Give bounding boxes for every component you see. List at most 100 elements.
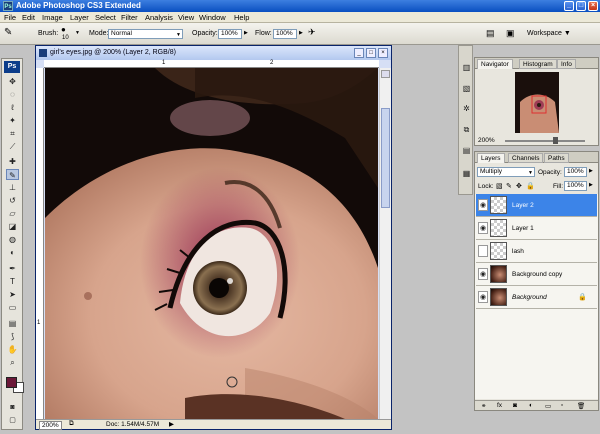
layer-opacity-input[interactable]: 100% bbox=[564, 167, 587, 177]
history-brush-tool-icon[interactable]: ↺ bbox=[6, 195, 19, 206]
lock-position-icon[interactable]: ✥ bbox=[516, 182, 522, 190]
menu-edit[interactable]: Edit bbox=[22, 13, 35, 22]
lock-all-icon[interactable]: 🔒 bbox=[526, 182, 535, 190]
move-tool-icon[interactable]: ✥ bbox=[6, 76, 19, 87]
doc-maximize-icon[interactable]: □ bbox=[366, 48, 376, 58]
menu-select[interactable]: Select bbox=[95, 13, 116, 22]
screen-mode-icon[interactable]: ▢ bbox=[6, 415, 19, 426]
document-title-bar[interactable]: girl's eyes.jpg @ 200% (Layer 2, RGB/8) … bbox=[36, 46, 391, 60]
layer-row-layer-2[interactable]: ◉ Layer 2 bbox=[476, 194, 597, 217]
eraser-tool-icon[interactable]: ▱ bbox=[6, 208, 19, 219]
eye-icon[interactable]: ◉ bbox=[478, 222, 488, 234]
eye-icon[interactable]: ◉ bbox=[478, 199, 488, 211]
layer-row-background-copy[interactable]: ◉ Background copy bbox=[476, 263, 597, 286]
healing-brush-tool-icon[interactable]: ✚ bbox=[6, 156, 19, 167]
maximize-icon[interactable]: □ bbox=[576, 1, 586, 11]
link-layers-icon[interactable]: ⚭ bbox=[481, 402, 486, 410]
lock-image-icon[interactable]: ✎ bbox=[506, 182, 512, 190]
layer-row-background[interactable]: ◉ Background 🔒 bbox=[476, 286, 597, 309]
shape-tool-icon[interactable]: ▭ bbox=[6, 302, 19, 313]
marquee-tool-icon[interactable]: ◌ bbox=[6, 89, 19, 100]
doc-minimize-icon[interactable]: _ bbox=[354, 48, 364, 58]
scroll-thumb[interactable] bbox=[381, 108, 390, 208]
opacity-input[interactable]: 100% bbox=[218, 29, 242, 39]
document-status-icon[interactable]: ⧉ bbox=[69, 420, 74, 428]
slice-tool-icon[interactable]: ⟋ bbox=[6, 141, 19, 152]
menu-image[interactable]: Image bbox=[42, 13, 63, 22]
foreground-color-swatch[interactable] bbox=[6, 377, 17, 388]
minimize-icon[interactable]: _ bbox=[564, 1, 574, 11]
tool-presets-icon[interactable]: ▧ bbox=[461, 83, 472, 94]
zoom-tool-icon[interactable]: ⌕ bbox=[6, 357, 19, 368]
brush-dropdown-icon[interactable]: ▼ bbox=[75, 30, 80, 36]
notes-tool-icon[interactable]: ▤ bbox=[6, 318, 19, 329]
new-layer-icon[interactable]: ▫ bbox=[561, 402, 563, 409]
new-group-icon[interactable]: ▭ bbox=[545, 402, 551, 410]
tab-layers[interactable]: Layers bbox=[477, 153, 505, 163]
flow-slider-icon[interactable]: ▶ bbox=[299, 30, 303, 36]
dodge-tool-icon[interactable]: ◐ bbox=[6, 247, 19, 258]
type-tool-icon[interactable]: T bbox=[6, 276, 19, 287]
brush-preset-icon[interactable]: ● bbox=[61, 25, 66, 34]
eyedropper-tool-icon[interactable]: ⟆ bbox=[6, 331, 19, 342]
magic-wand-tool-icon[interactable]: ✦ bbox=[6, 115, 19, 126]
menu-file[interactable]: File bbox=[4, 13, 16, 22]
menu-filter[interactable]: Filter bbox=[121, 13, 138, 22]
navigator-zoom-handle[interactable] bbox=[553, 137, 558, 144]
adjustment-layer-icon[interactable]: ◐ bbox=[529, 402, 533, 409]
navigator-thumbnail[interactable] bbox=[515, 72, 559, 133]
layer-mask-icon[interactable]: ◙ bbox=[513, 402, 517, 409]
quick-mask-icon[interactable]: ◙ bbox=[6, 402, 19, 413]
menu-view[interactable]: View bbox=[178, 13, 194, 22]
crop-tool-icon[interactable]: ⌗ bbox=[6, 128, 19, 139]
tab-navigator[interactable]: Navigator bbox=[477, 59, 513, 69]
clone-source-icon[interactable]: ✲ bbox=[461, 103, 472, 114]
vertical-scrollbar[interactable] bbox=[379, 68, 391, 419]
clone-stamp-tool-icon[interactable]: ⊥ bbox=[6, 182, 19, 193]
brush-tool-icon[interactable]: ✎ bbox=[6, 169, 19, 180]
eye-hidden-icon[interactable]: ◉ bbox=[478, 245, 488, 257]
lasso-tool-icon[interactable]: ℓ bbox=[6, 102, 19, 113]
actions-icon[interactable]: ▤ bbox=[461, 145, 472, 156]
menu-analysis[interactable]: Analysis bbox=[145, 13, 173, 22]
fill-input[interactable]: 100% bbox=[564, 181, 587, 191]
tab-channels[interactable]: Channels bbox=[508, 153, 544, 163]
path-selection-tool-icon[interactable]: ➤ bbox=[6, 289, 19, 300]
paint-bucket-tool-icon[interactable]: ◪ bbox=[6, 221, 19, 232]
flow-input[interactable]: 100% bbox=[273, 29, 297, 39]
layer-style-icon[interactable]: fx bbox=[497, 402, 502, 409]
status-menu-icon[interactable]: ▶ bbox=[169, 420, 174, 428]
layer-opacity-slider-icon[interactable]: ▶ bbox=[589, 168, 593, 174]
delete-layer-icon[interactable]: 🗑 bbox=[577, 402, 585, 410]
mode-select[interactable]: Normal ▼ bbox=[108, 29, 183, 39]
fill-slider-icon[interactable]: ▶ bbox=[589, 182, 593, 188]
history-icon[interactable]: ▦ bbox=[461, 168, 472, 179]
menu-layer[interactable]: Layer bbox=[70, 13, 89, 22]
doc-close-icon[interactable]: × bbox=[378, 48, 388, 58]
tab-info[interactable]: Info bbox=[557, 59, 576, 69]
navigator-zoom-slider[interactable] bbox=[505, 140, 585, 142]
layer-comps-icon[interactable]: ⧉ bbox=[461, 124, 472, 135]
pen-tool-icon[interactable]: ✒ bbox=[6, 263, 19, 274]
lock-transparent-icon[interactable]: ▧ bbox=[496, 182, 503, 190]
brush-tool-icon[interactable]: ✎ bbox=[4, 27, 12, 38]
layer-row-lash[interactable]: ◉ lash bbox=[476, 240, 597, 263]
tab-histogram[interactable]: Histogram bbox=[519, 59, 557, 69]
eye-icon[interactable]: ◉ bbox=[478, 291, 488, 303]
opacity-slider-icon[interactable]: ▶ bbox=[244, 30, 248, 36]
blend-mode-select[interactable]: Multiply ▼ bbox=[477, 167, 535, 177]
brushes-icon[interactable]: ▥ bbox=[461, 62, 472, 73]
menu-help[interactable]: Help bbox=[234, 13, 249, 22]
blur-tool-icon[interactable]: ◍ bbox=[6, 234, 19, 245]
airbrush-icon[interactable]: ✈ bbox=[308, 27, 316, 38]
layer-row-layer-1[interactable]: ◉ Layer 1 bbox=[476, 217, 597, 240]
brushes-palette-icon[interactable]: ▤ bbox=[486, 28, 495, 39]
eye-icon[interactable]: ◉ bbox=[478, 268, 488, 280]
image-canvas[interactable] bbox=[45, 68, 378, 419]
menu-window[interactable]: Window bbox=[199, 13, 226, 22]
close-icon[interactable]: × bbox=[588, 1, 598, 11]
zoom-field[interactable]: 200% bbox=[39, 421, 62, 430]
workspace-button[interactable]: Workspace ▼ bbox=[527, 30, 571, 37]
tool-presets-icon[interactable]: ▣ bbox=[506, 28, 515, 39]
tab-paths[interactable]: Paths bbox=[544, 153, 569, 163]
